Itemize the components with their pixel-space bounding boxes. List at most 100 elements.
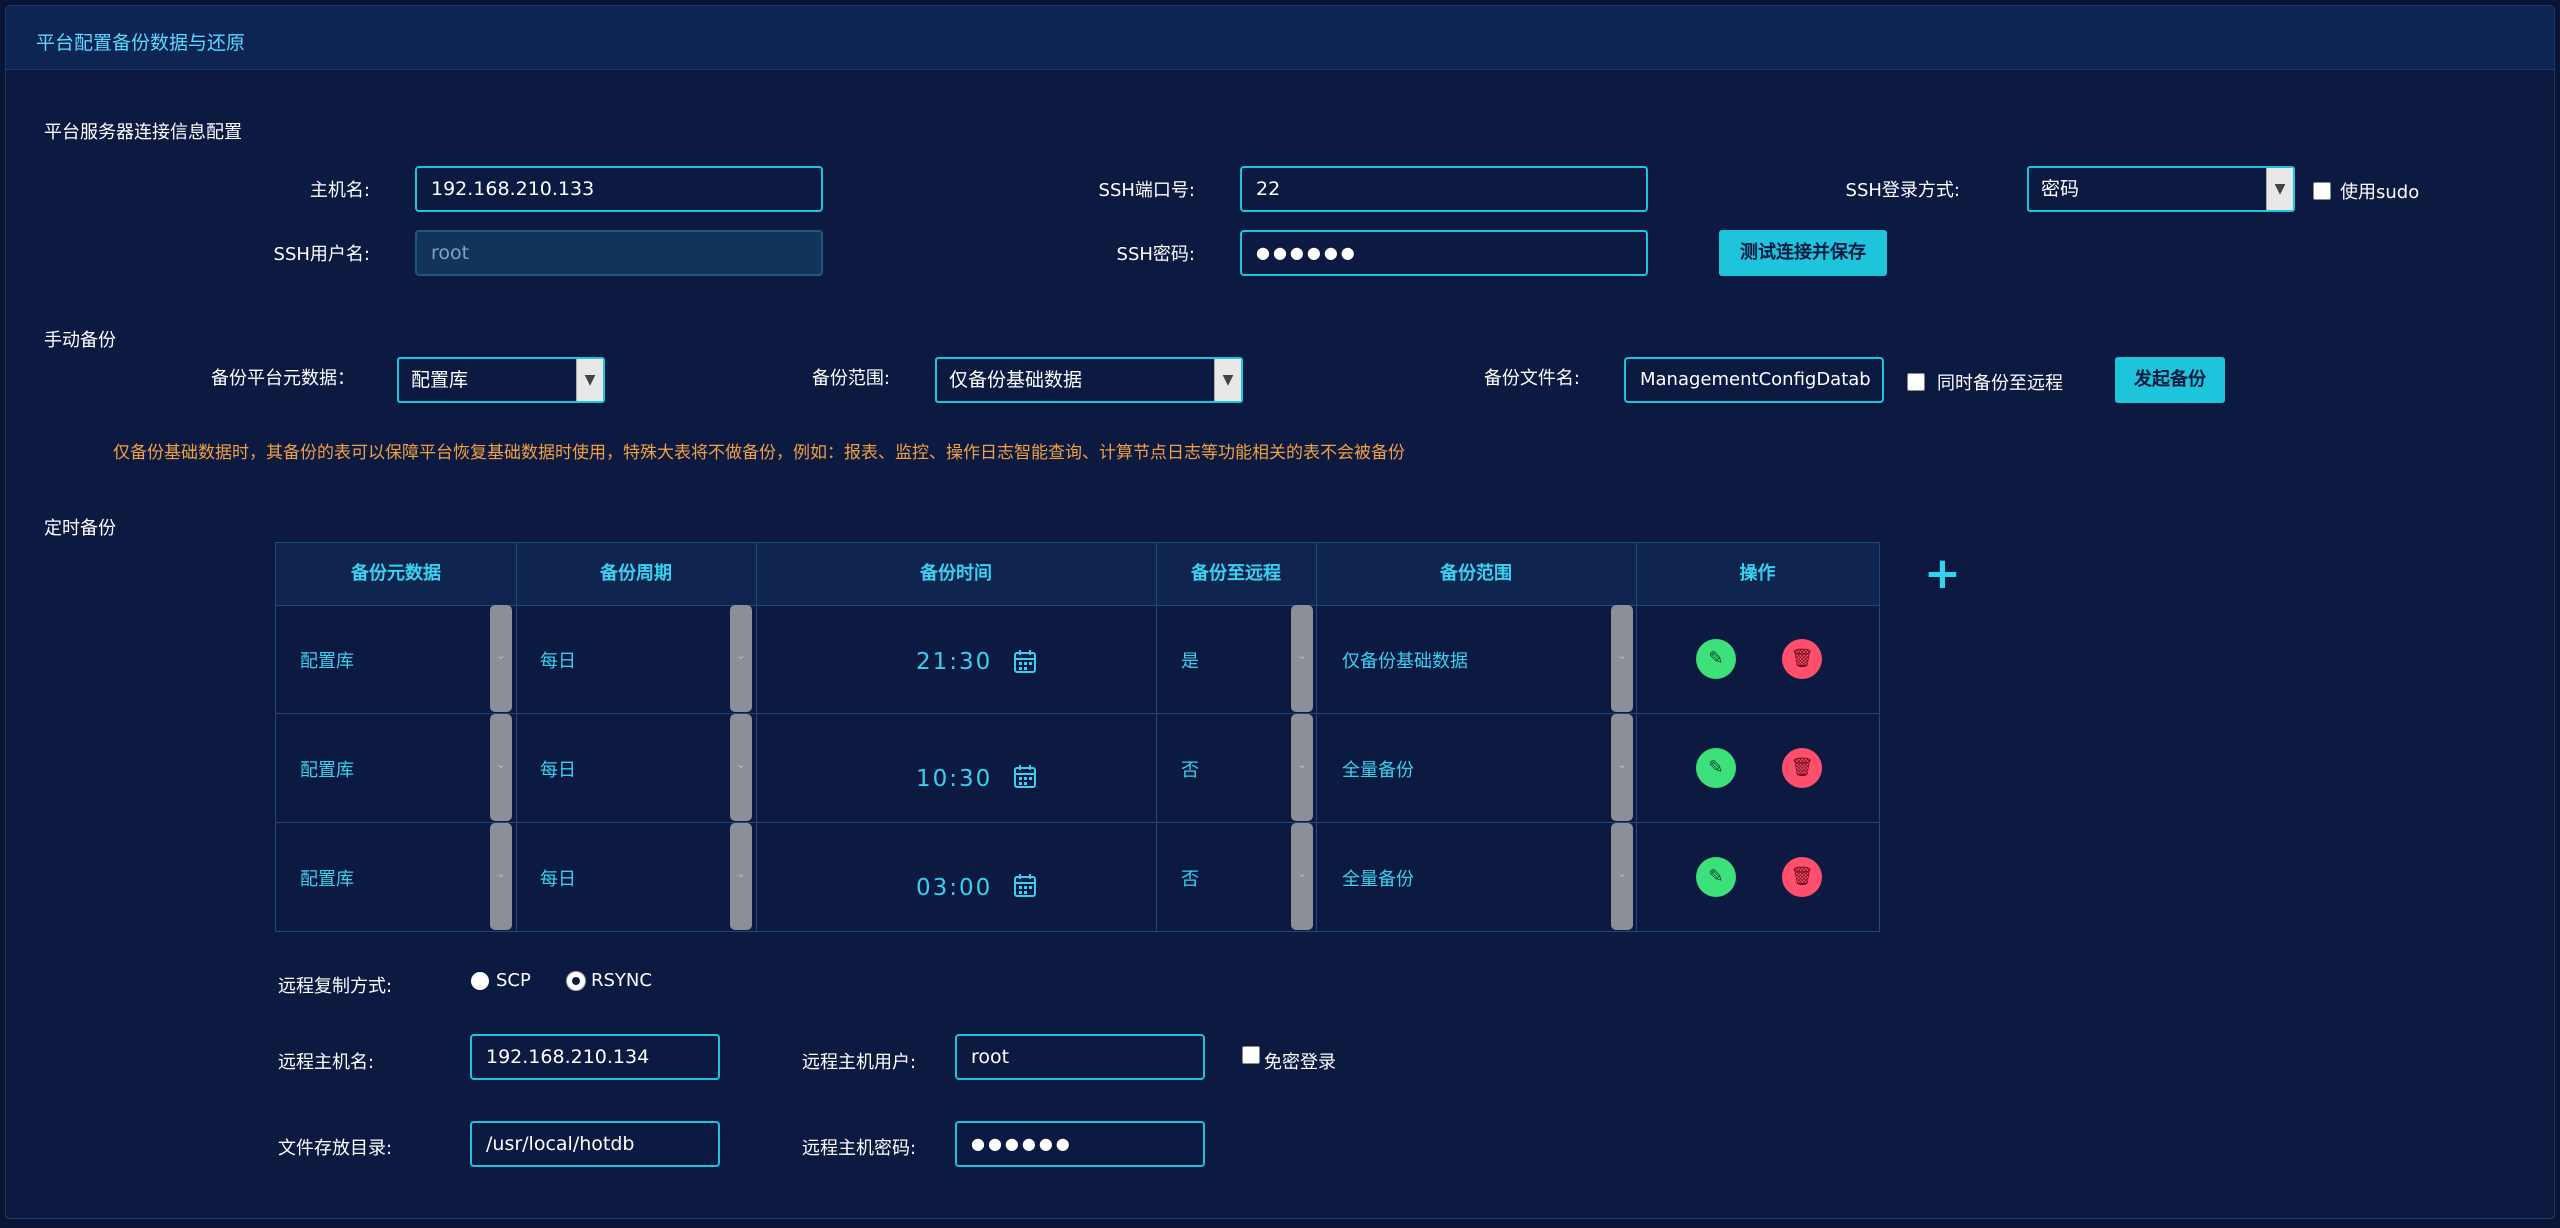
calendar-icon[interactable]	[1014, 764, 1036, 788]
row-cycle: 每日	[540, 869, 576, 890]
page-title: 平台配置备份数据与还原	[36, 32, 246, 54]
row-time[interactable]: 21:30	[916, 649, 992, 675]
chevron-down-icon: ▼	[2266, 168, 2293, 210]
row-cycle: 每日	[540, 651, 576, 672]
backup-scope-select[interactable]: 仅备份基础数据 ▼	[935, 357, 1243, 403]
start-backup-button[interactable]: 发起备份	[2115, 357, 2225, 403]
ssh-user-input[interactable]: root	[415, 230, 823, 276]
ssh-password-input[interactable]: ●●●●●●	[1240, 230, 1648, 276]
nopass-checkbox[interactable]	[1242, 1046, 1260, 1064]
remote-password-input[interactable]: ●●●●●●	[955, 1121, 1205, 1167]
row-time[interactable]: 10:30	[916, 766, 992, 792]
manual-section-heading: 手动备份	[44, 330, 116, 351]
backup-note: 仅备份基础数据时，其备份的表可以保障平台恢复基础数据时使用，特殊大表将不做备份，…	[113, 443, 1405, 463]
col-actions: 操作	[1739, 563, 1776, 584]
remote-user-input[interactable]: root	[955, 1034, 1205, 1080]
row-meta: 配置库	[300, 760, 354, 781]
chevron-down-icon: ▼	[1214, 359, 1241, 401]
remote-select-handle[interactable]: ⌄	[1291, 823, 1313, 930]
cycle-select-handle[interactable]: ⌄	[730, 605, 752, 712]
calendar-icon[interactable]	[1014, 873, 1036, 897]
ssh-login-value: 密码	[2041, 178, 2080, 200]
edit-button[interactable]: ✎	[1696, 639, 1736, 679]
pencil-icon: ✎	[1708, 866, 1724, 887]
trash-icon: 🗑	[1790, 757, 1814, 778]
backup-file-label: 备份文件名:	[1483, 368, 1580, 389]
remote-select-handle[interactable]: ⌄	[1291, 714, 1313, 821]
panel-header: 平台配置备份数据与还原	[6, 6, 2554, 70]
ssh-login-select[interactable]: 密码 ▼	[2027, 166, 2295, 212]
calendar-icon[interactable]	[1014, 649, 1036, 673]
remote-password-label: 远程主机密码:	[802, 1138, 917, 1159]
host-input[interactable]: 192.168.210.133	[415, 166, 823, 212]
remote-backup-checkbox[interactable]	[1907, 373, 1925, 391]
col-cycle: 备份周期	[600, 563, 672, 584]
trash-icon: 🗑	[1790, 866, 1814, 887]
remote-host-label: 远程主机名:	[278, 1052, 375, 1073]
row-remote: 是	[1181, 651, 1199, 672]
scheduled-section-heading: 定时备份	[44, 518, 116, 539]
scope-select-handle[interactable]: ⌄	[1611, 823, 1633, 930]
cycle-select-handle[interactable]: ⌄	[730, 714, 752, 821]
ssh-port-input[interactable]: 22	[1240, 166, 1648, 212]
copy-method-label: 远程复制方式:	[278, 976, 393, 997]
backup-meta-value: 配置库	[411, 369, 469, 391]
remote-backup-label: 同时备份至远程	[1937, 373, 2063, 394]
row-meta: 配置库	[300, 869, 354, 890]
ssh-login-label: SSH登录方式:	[1845, 180, 1960, 201]
remote-user-label: 远程主机用户:	[802, 1052, 917, 1073]
ssh-password-label: SSH密码:	[1116, 244, 1195, 265]
row-scope: 全量备份	[1342, 760, 1414, 781]
trash-icon: 🗑	[1790, 648, 1814, 669]
col-time: 备份时间	[920, 563, 992, 584]
file-dir-label: 文件存放目录:	[278, 1138, 393, 1159]
cycle-select-handle[interactable]: ⌄	[730, 823, 752, 930]
remote-host-input[interactable]: 192.168.210.134	[470, 1034, 720, 1080]
row-scope: 全量备份	[1342, 869, 1414, 890]
backup-scope-value: 仅备份基础数据	[949, 369, 1083, 391]
backup-scope-label: 备份范围:	[811, 368, 890, 389]
meta-select-handle[interactable]: ⌄	[490, 605, 512, 712]
delete-button[interactable]: 🗑	[1782, 857, 1822, 897]
schedule-table: 备份元数据 备份周期 备份时间 备份至远程 备份范围 操作 配置库 ⌄ 每日 ⌄…	[275, 542, 1880, 932]
delete-button[interactable]: 🗑	[1782, 748, 1822, 788]
table-row: 配置库 ⌄ 每日 ⌄ 21:30 是 ⌄ 仅备份基础数据 ⌄ ✎ 🗑	[276, 605, 1879, 714]
use-sudo-label: 使用sudo	[2340, 182, 2420, 203]
remote-select-handle[interactable]: ⌄	[1291, 605, 1313, 712]
row-cycle: 每日	[540, 760, 576, 781]
col-remote: 备份至远程	[1191, 563, 1281, 584]
row-time[interactable]: 03:00	[916, 875, 992, 901]
plus-icon[interactable]: +	[1924, 552, 1961, 596]
scope-select-handle[interactable]: ⌄	[1611, 605, 1633, 712]
backup-meta-select[interactable]: 配置库 ▼	[397, 357, 605, 403]
row-meta: 配置库	[300, 651, 354, 672]
file-dir-input[interactable]: /usr/local/hotdb	[470, 1121, 720, 1167]
pencil-icon: ✎	[1708, 757, 1724, 778]
meta-select-handle[interactable]: ⌄	[490, 823, 512, 930]
host-label: 主机名:	[309, 180, 370, 201]
edit-button[interactable]: ✎	[1696, 857, 1736, 897]
use-sudo-checkbox[interactable]	[2313, 182, 2331, 200]
scope-select-handle[interactable]: ⌄	[1611, 714, 1633, 821]
scp-radio[interactable]	[471, 972, 489, 990]
backup-meta-label: 备份平台元数据：	[211, 368, 355, 389]
chevron-down-icon: ▼	[576, 359, 603, 401]
col-meta: 备份元数据	[351, 563, 441, 584]
scp-label: SCP	[496, 970, 531, 991]
ssh-port-label: SSH端口号:	[1098, 180, 1195, 201]
delete-button[interactable]: 🗑	[1782, 639, 1822, 679]
nopass-label: 免密登录	[1264, 1052, 1336, 1073]
rsync-label: RSYNC	[591, 970, 652, 991]
row-scope: 仅备份基础数据	[1342, 651, 1468, 672]
edit-button[interactable]: ✎	[1696, 748, 1736, 788]
row-remote: 否	[1181, 869, 1199, 890]
ssh-user-label: SSH用户名:	[273, 244, 370, 265]
test-and-save-button[interactable]: 测试连接并保存	[1719, 230, 1887, 276]
pencil-icon: ✎	[1708, 648, 1724, 669]
backup-file-input[interactable]: ManagementConfigDatab	[1624, 357, 1884, 403]
table-row: 配置库 ⌄ 每日 ⌄ 03:00 否 ⌄ 全量备份 ⌄ ✎ 🗑	[276, 823, 1879, 932]
server-section-heading: 平台服务器连接信息配置	[44, 122, 242, 143]
meta-select-handle[interactable]: ⌄	[490, 714, 512, 821]
rsync-radio[interactable]	[567, 972, 585, 990]
row-remote: 否	[1181, 760, 1199, 781]
